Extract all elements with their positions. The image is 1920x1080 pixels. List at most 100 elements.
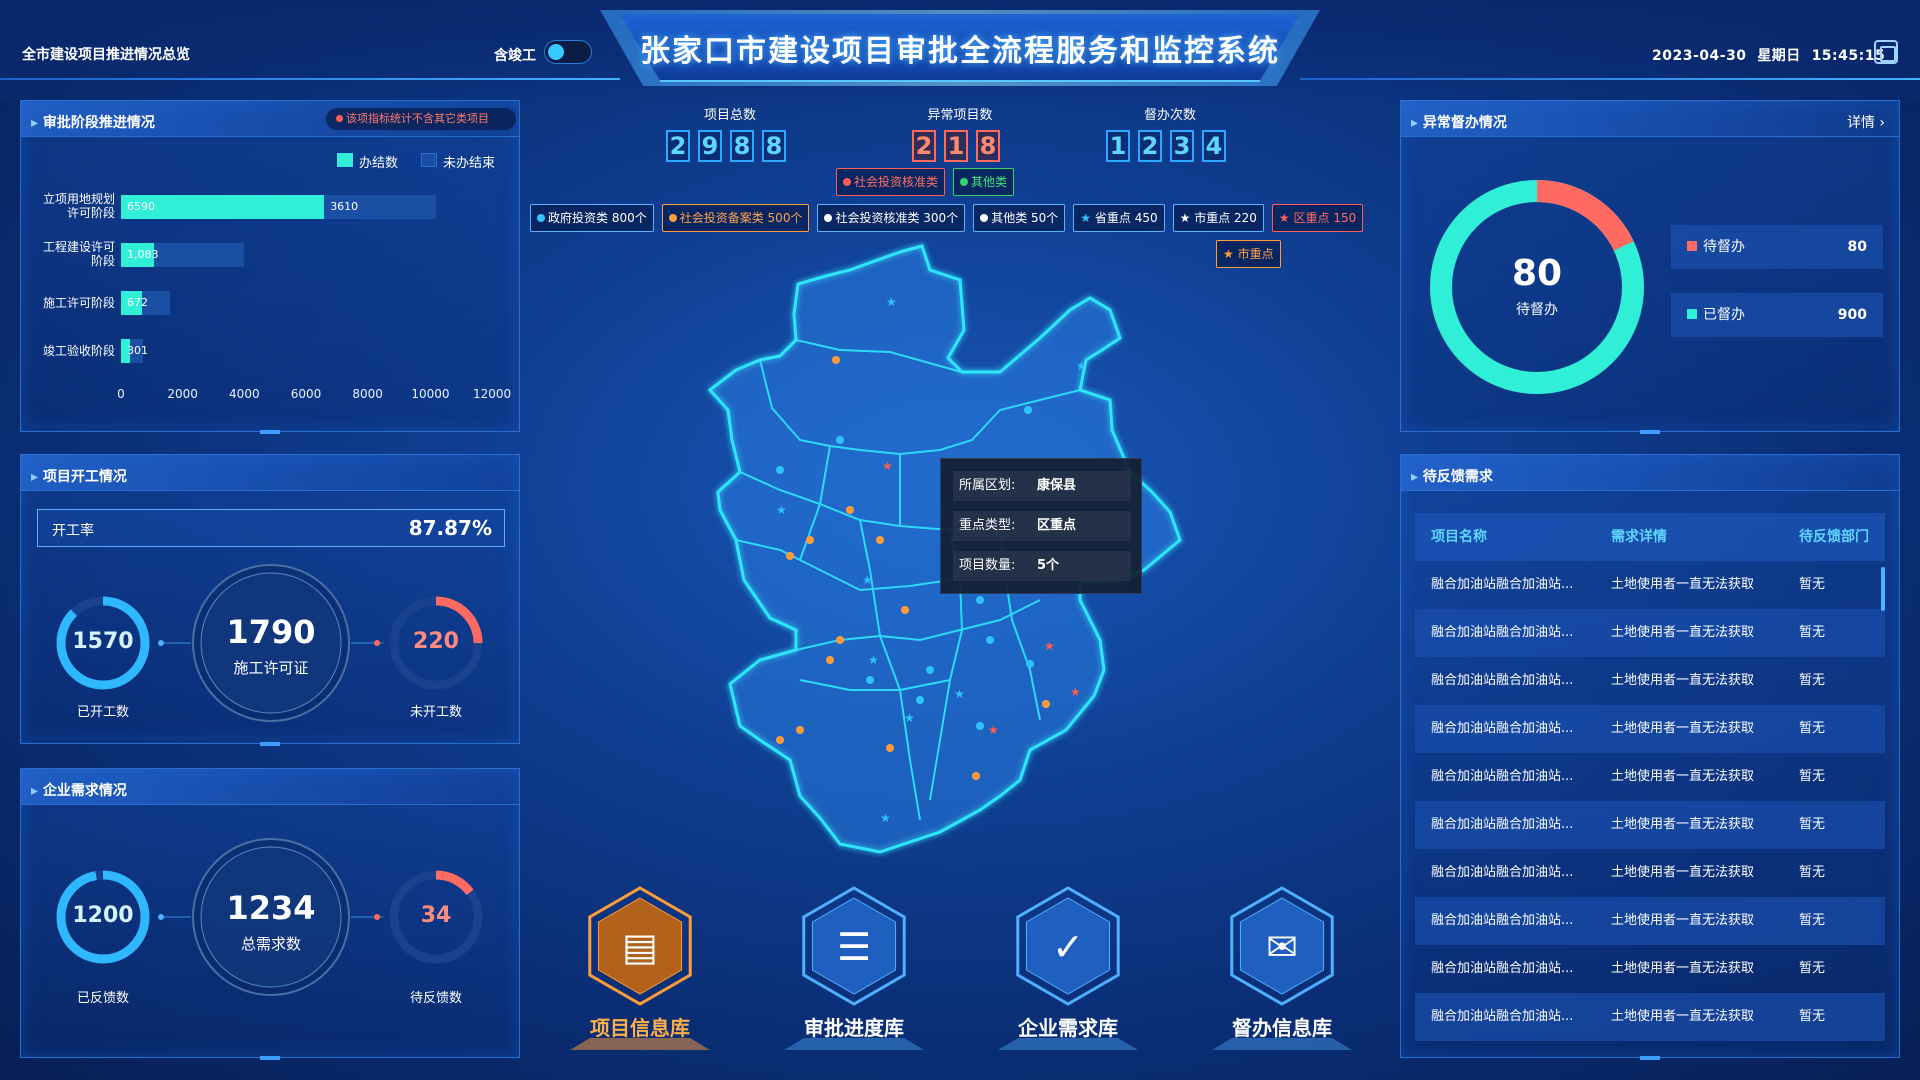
- table-column-header[interactable]: 需求详情: [1611, 513, 1667, 561]
- hex-glyph: ✉: [1266, 925, 1298, 969]
- marker-dot[interactable]: [972, 772, 980, 780]
- category-chips-top: 社会投资核准类 其他类: [836, 168, 1096, 198]
- bar-category-label: 竣工验收阶段: [42, 344, 115, 358]
- demand-dot-right: [374, 914, 380, 920]
- marker-dot[interactable]: [796, 726, 804, 734]
- table-row[interactable]: 融合加油站融合加油站... 土地使用者一直无法获取 暂无: [1415, 945, 1885, 993]
- table-row[interactable]: 融合加油站融合加油站... 土地使用者一直无法获取 暂无: [1415, 753, 1885, 801]
- category-chip[interactable]: 社会投资备案类 500个: [661, 204, 810, 232]
- marker-dot[interactable]: [1026, 660, 1034, 668]
- marker-dot[interactable]: [976, 596, 984, 604]
- dot-icon: [843, 178, 851, 186]
- marker-star[interactable]: ★: [880, 811, 891, 825]
- dot-icon: [980, 214, 989, 222]
- category-chip[interactable]: 社会投资核准类: [836, 168, 946, 196]
- marker-dot[interactable]: [866, 676, 874, 684]
- header-line-left: [0, 78, 620, 80]
- nav-label[interactable]: 项目信息库: [540, 1012, 740, 1041]
- marker-dot[interactable]: [826, 656, 834, 664]
- marker-dot[interactable]: [776, 466, 784, 474]
- table-row[interactable]: 融合加油站融合加油站... 土地使用者一直无法获取 暂无: [1415, 657, 1885, 705]
- table-row[interactable]: 融合加油站融合加油站... 土地使用者一直无法获取 暂无: [1415, 561, 1885, 609]
- marker-star[interactable]: ★: [954, 687, 965, 701]
- tooltip-key-region: 所属区划:: [959, 478, 1016, 493]
- marker-dot[interactable]: [836, 636, 844, 644]
- stat-digit: 8: [730, 130, 754, 162]
- marker-dot[interactable]: [901, 606, 909, 614]
- table-row[interactable]: 融合加油站融合加油站... 土地使用者一直无法获取 暂无: [1415, 993, 1885, 1041]
- table-row[interactable]: 融合加油站融合加油站... 土地使用者一直无法获取 暂无: [1415, 801, 1885, 849]
- ring-dot-right: [374, 640, 380, 646]
- table-row[interactable]: 融合加油站融合加油站... 土地使用者一直无法获取 暂无: [1415, 705, 1885, 753]
- table-column-header[interactable]: 项目名称: [1431, 513, 1487, 561]
- category-chip[interactable]: ★ 市重点 220: [1172, 204, 1264, 232]
- table-row[interactable]: 融合加油站融合加油站... 土地使用者一直无法获取 暂无: [1415, 897, 1885, 945]
- table-row[interactable]: 融合加油站融合加油站... 土地使用者一直无法获取 暂无: [1415, 609, 1885, 657]
- chip-label: 其他类 50个: [991, 211, 1059, 225]
- marker-star[interactable]: ★: [1044, 639, 1055, 653]
- category-chip[interactable]: ★ 区重点 150: [1271, 204, 1364, 232]
- marker-dot[interactable]: [786, 552, 794, 560]
- demand-panel-title: 企业需求情况: [31, 780, 127, 800]
- nav-label[interactable]: 企业需求库: [968, 1012, 1168, 1041]
- legend-done-label-right: 已督办: [1703, 307, 1745, 323]
- category-chip[interactable]: 社会投资核准类 300个: [817, 204, 966, 232]
- marker-dot[interactable]: [776, 736, 784, 744]
- chip-label: 社会投资备案类 500个: [679, 211, 803, 225]
- category-chip[interactable]: ★ 省重点 450: [1073, 204, 1165, 232]
- approval-x-axis: 0 2000 4000 6000 8000 10000 12000: [21, 387, 521, 407]
- supervise-center-value: 80: [1511, 253, 1563, 294]
- tooltip-row-type: 重点类型: 区重点: [953, 511, 1131, 541]
- marker-star[interactable]: ★: [1076, 359, 1087, 373]
- marker-star[interactable]: ★: [904, 711, 915, 725]
- toggle-knob: [548, 44, 564, 60]
- table-cell: 土地使用者一直无法获取: [1611, 721, 1755, 736]
- header-line-right: [1300, 78, 1920, 80]
- hex-glyph: ☰: [837, 925, 871, 969]
- demand-left-label: 已反馈数: [76, 991, 129, 1006]
- table-cell: 融合加油站融合加油站...: [1431, 865, 1574, 880]
- marker-dot[interactable]: [876, 536, 884, 544]
- marker-dot[interactable]: [986, 636, 994, 644]
- chip-city-key-extra[interactable]: ★ 市重点: [1216, 240, 1281, 268]
- category-chip[interactable]: 政府投资类 800个: [530, 204, 654, 232]
- marker-dot[interactable]: [916, 696, 924, 704]
- category-chip[interactable]: 其他类: [953, 168, 1015, 196]
- marker-dot[interactable]: [836, 436, 844, 444]
- stat-digit: 8: [976, 130, 1000, 162]
- marker-star[interactable]: ★: [862, 573, 873, 587]
- category-chip[interactable]: 其他类 50个: [973, 204, 1066, 232]
- marker-dot[interactable]: [832, 356, 840, 364]
- nav-label[interactable]: 督办信息库: [1182, 1012, 1382, 1041]
- marker-star[interactable]: ★: [868, 653, 879, 667]
- marker-dot[interactable]: [806, 536, 814, 544]
- marker-dot[interactable]: [886, 744, 894, 752]
- bar-category-label: 工程建设许可 阶段: [42, 240, 115, 268]
- table-scrollbar[interactable]: [1881, 567, 1885, 611]
- stat-digit: 3: [1170, 130, 1194, 162]
- marker-dot[interactable]: [846, 506, 854, 514]
- marker-dot[interactable]: [926, 666, 934, 674]
- table-column-header[interactable]: 待反馈部门: [1799, 513, 1869, 561]
- chip-label: 社会投资核准类: [854, 175, 939, 189]
- approval-bar-chart: 立项用地规划 许可阶段 6590 3610 工程建设许可 阶段 1,083 施工许可阶段 6…: [21, 101, 521, 431]
- x-tick-label: 12000: [473, 387, 512, 401]
- detail-link-label: 详情: [1846, 115, 1875, 131]
- table-cell: 融合加油站融合加油站...: [1431, 817, 1574, 832]
- marker-dot[interactable]: [1024, 406, 1032, 414]
- dot-icon: [668, 214, 677, 222]
- marker-star[interactable]: ★: [882, 459, 893, 473]
- table-row[interactable]: 融合加油站融合加油站... 土地使用者一直无法获取 暂无: [1415, 849, 1885, 897]
- nav-label[interactable]: 审批进度库: [754, 1012, 954, 1041]
- marker-dot[interactable]: [976, 722, 984, 730]
- start-panel-title: 项目开工情况: [31, 466, 127, 486]
- marker-star[interactable]: ★: [1070, 685, 1081, 699]
- demand-center-label: 总需求数: [240, 935, 301, 953]
- overview-label: 全市建设项目推进情况总览: [22, 47, 190, 63]
- marker-star[interactable]: ★: [776, 503, 787, 517]
- fullscreen-icon[interactable]: [1874, 40, 1898, 64]
- marker-star[interactable]: ★: [886, 295, 897, 309]
- marker-star[interactable]: ★: [988, 723, 999, 737]
- marker-dot[interactable]: [1042, 700, 1050, 708]
- detail-link[interactable]: 详情 ›: [1847, 112, 1885, 132]
